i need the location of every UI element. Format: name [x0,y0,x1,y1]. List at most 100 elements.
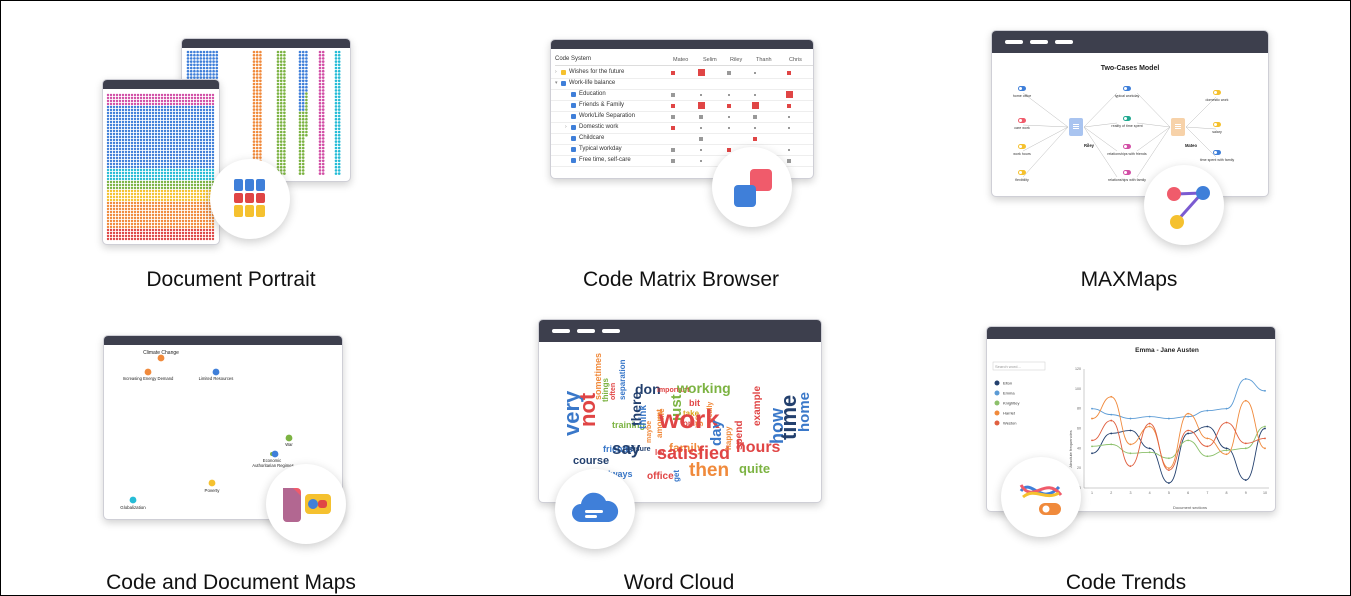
trend-point [1225,449,1228,452]
code-icon [571,158,576,163]
trend-line [1091,420,1266,471]
maxmaps-middle-node[interactable]: relationships with friends [1107,144,1147,156]
svg-text:War: War [285,442,293,447]
trend-point [1225,453,1228,456]
trend-point [1110,443,1113,446]
legend-item[interactable]: Emma [994,390,1016,396]
trend-line [1091,426,1266,484]
expand-toggle-icon[interactable]: ▾ [555,80,558,86]
trend-point [1167,482,1170,484]
maxmaps-left-node[interactable]: work hours [1013,144,1031,156]
map-point[interactable]: Globalization [120,496,146,510]
trend-point [1244,479,1247,481]
matrix-cell [700,148,702,151]
code-icon [571,92,576,97]
trend-point [1187,439,1190,442]
maxmaps-middle-node[interactable]: reality of time spent [1111,116,1143,128]
word-cloud-word: then [689,460,730,481]
trend-point [1129,429,1132,432]
maxmaps-left-node[interactable]: home office [1013,86,1032,98]
trend-point [1167,467,1170,470]
matrix-cell [754,126,756,129]
svg-text:typical workday: typical workday [1115,94,1140,98]
trend-point [1110,395,1113,398]
trend-point [1110,413,1113,416]
trend-point [1148,451,1151,454]
y-tick: 60 [1077,427,1081,431]
trend-point [1264,427,1266,430]
maxmaps-right-node[interactable]: time spent with family [1200,150,1235,162]
svg-text:care work: care work [1014,126,1030,130]
trend-point [1148,425,1151,428]
matrix-cell [754,93,756,96]
map-point[interactable]: Increasing Energy Demand [123,368,174,381]
map-point[interactable]: War [285,434,293,447]
matrix-cell [700,93,702,96]
map-point[interactable]: Climate Change [143,350,179,362]
expand-toggle-icon[interactable]: › [555,69,557,75]
x-tick: 2 [1110,491,1112,495]
map-point[interactable]: Poverty [205,479,221,493]
code-label: Work-life balance [569,80,616,86]
matrix-cell [788,126,790,129]
x-tick: 1 [1091,491,1093,495]
word-cloud-word: maybe [646,420,653,443]
trend-point [1187,412,1190,415]
svg-text:work hours: work hours [1013,152,1031,156]
matrix-cell [671,114,675,119]
maxmaps-right-node[interactable]: domestic work [1206,90,1229,102]
word-cloud-word: quite [739,461,771,476]
trend-point [1091,417,1093,420]
matrix-cell [727,70,731,75]
code-icon [561,81,566,86]
legend-item[interactable]: Knightley [994,400,1020,406]
trend-point [1225,421,1228,424]
x-tick: 10 [1263,491,1267,495]
maxmaps-case-riley[interactable]: Riley [1069,118,1095,148]
svg-text:Increasing Energy Demand: Increasing Energy Demand [123,376,174,381]
maxmaps-right-node[interactable]: salary [1212,122,1222,134]
matrix-cell [785,91,793,98]
trend-point [1244,442,1247,445]
trend-point [1225,407,1228,410]
x-tick: 7 [1206,491,1208,495]
matrix-cell [728,126,730,129]
trend-point [1264,425,1266,428]
legend-item[interactable]: Elton [994,380,1013,386]
svg-text:salary: salary [1212,130,1222,134]
svg-text:Weston: Weston [1003,421,1017,426]
matrix-cell [753,114,757,119]
trend-point [1244,378,1247,380]
code-label: Domestic work [579,124,619,130]
matrix-cell [671,103,675,108]
matrix-cell [728,115,730,118]
map-point[interactable]: Limited Resources [199,368,234,381]
word-cloud-word: day [708,420,725,446]
trend-point [1206,437,1209,440]
code-icon [571,147,576,152]
trend-point [1091,445,1093,448]
maxmaps-middle-node[interactable]: typical workday [1115,86,1140,98]
maxmaps-title: Two-Cases Model [1101,65,1160,72]
maxmaps-left-node[interactable]: flexibility [1015,170,1029,182]
trend-point [1206,455,1209,458]
legend-item[interactable]: Weston [994,420,1017,426]
matrix-cell [753,136,757,141]
trend-point [1167,457,1170,460]
expand-toggle-icon[interactable]: › [565,124,567,130]
word-cloud-word: things [601,378,610,402]
word-cloud-word: get [672,470,681,482]
maxmaps-caption: MAXMaps [1080,268,1178,291]
legend-item[interactable]: Harriet [994,410,1016,416]
code-label: Friends & Family [579,102,625,108]
maxmaps-case-mateo[interactable]: Mateo [1171,118,1197,148]
code-system-label: Code System [555,56,592,62]
svg-text:relationships with family: relationships with family [1108,178,1146,182]
trend-point [1167,417,1170,420]
document-portrait-icon [210,159,290,239]
maxmaps-left-node[interactable]: care work [1014,118,1030,130]
matrix-cell [697,102,705,109]
trend-point [1129,452,1132,455]
y-tick: 80 [1077,407,1081,411]
word-cloud-word: home [796,391,813,432]
